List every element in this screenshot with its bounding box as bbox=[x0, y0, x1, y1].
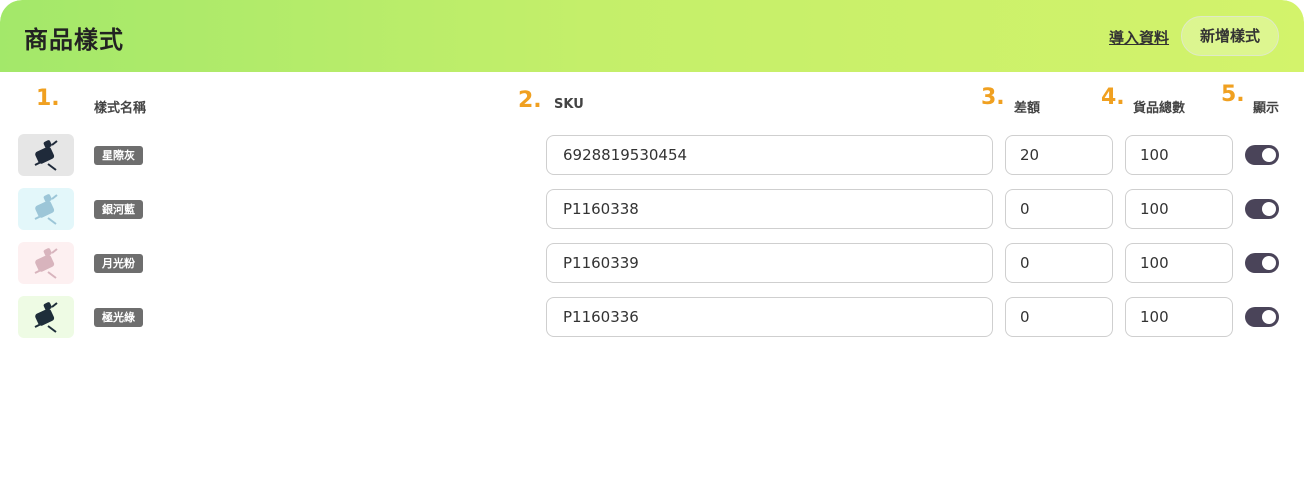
visibility-toggle[interactable] bbox=[1245, 253, 1279, 273]
visibility-toggle[interactable] bbox=[1245, 145, 1279, 165]
style-row: 月光粉 bbox=[0, 242, 1304, 286]
page-title: 商品樣式 bbox=[24, 26, 124, 54]
product-thumbnail[interactable] bbox=[18, 242, 74, 284]
col-label-diff: 差額 bbox=[1014, 101, 1041, 116]
visibility-toggle[interactable] bbox=[1245, 307, 1279, 327]
price-diff-input[interactable] bbox=[1005, 135, 1113, 175]
stock-total-input[interactable] bbox=[1125, 135, 1233, 175]
col-number-1: 1. bbox=[36, 86, 60, 111]
col-number-2: 2. bbox=[518, 88, 542, 113]
product-image-icon bbox=[34, 248, 58, 279]
style-name-badge: 極光綠 bbox=[94, 308, 143, 327]
product-image-icon bbox=[34, 194, 58, 225]
col-number-5: 5. bbox=[1221, 82, 1245, 107]
sku-input[interactable] bbox=[546, 243, 993, 283]
stock-total-input[interactable] bbox=[1125, 243, 1233, 283]
style-row: 星際灰 bbox=[0, 134, 1304, 178]
sku-input[interactable] bbox=[546, 297, 993, 337]
toggle-knob bbox=[1262, 310, 1276, 324]
visibility-toggle[interactable] bbox=[1245, 199, 1279, 219]
price-diff-input[interactable] bbox=[1005, 189, 1113, 229]
price-diff-input[interactable] bbox=[1005, 297, 1113, 337]
toggle-knob bbox=[1262, 202, 1276, 216]
sku-input[interactable] bbox=[546, 189, 993, 229]
style-name-badge: 銀河藍 bbox=[94, 200, 143, 219]
product-styles-card: 商品樣式 導入資料 新增樣式 1. 樣式名稱 2. SKU 3. 差額 4. 貨… bbox=[0, 0, 1304, 496]
toggle-knob bbox=[1262, 148, 1276, 162]
col-number-3: 3. bbox=[981, 85, 1005, 110]
col-number-4: 4. bbox=[1101, 85, 1125, 110]
style-row: 極光綠 bbox=[0, 296, 1304, 340]
col-label-visible: 顯示 bbox=[1253, 101, 1280, 116]
stock-total-input[interactable] bbox=[1125, 297, 1233, 337]
style-name-badge: 月光粉 bbox=[94, 254, 143, 273]
col-label-stock: 貨品總數 bbox=[1133, 101, 1186, 116]
product-thumbnail[interactable] bbox=[18, 188, 74, 230]
col-label-style-name: 樣式名稱 bbox=[94, 101, 147, 116]
style-name-badge: 星際灰 bbox=[94, 146, 143, 165]
stock-total-input[interactable] bbox=[1125, 189, 1233, 229]
product-thumbnail[interactable] bbox=[18, 134, 74, 176]
product-image-icon bbox=[34, 302, 58, 333]
card-header: 商品樣式 導入資料 新增樣式 bbox=[0, 0, 1304, 72]
style-row: 銀河藍 bbox=[0, 188, 1304, 232]
product-image-icon bbox=[34, 140, 58, 171]
price-diff-input[interactable] bbox=[1005, 243, 1113, 283]
sku-input[interactable] bbox=[546, 135, 993, 175]
add-style-button[interactable]: 新增樣式 bbox=[1181, 16, 1279, 56]
toggle-knob bbox=[1262, 256, 1276, 270]
import-data-link[interactable]: 導入資料 bbox=[1109, 27, 1169, 48]
col-label-sku: SKU bbox=[554, 97, 584, 112]
product-thumbnail[interactable] bbox=[18, 296, 74, 338]
